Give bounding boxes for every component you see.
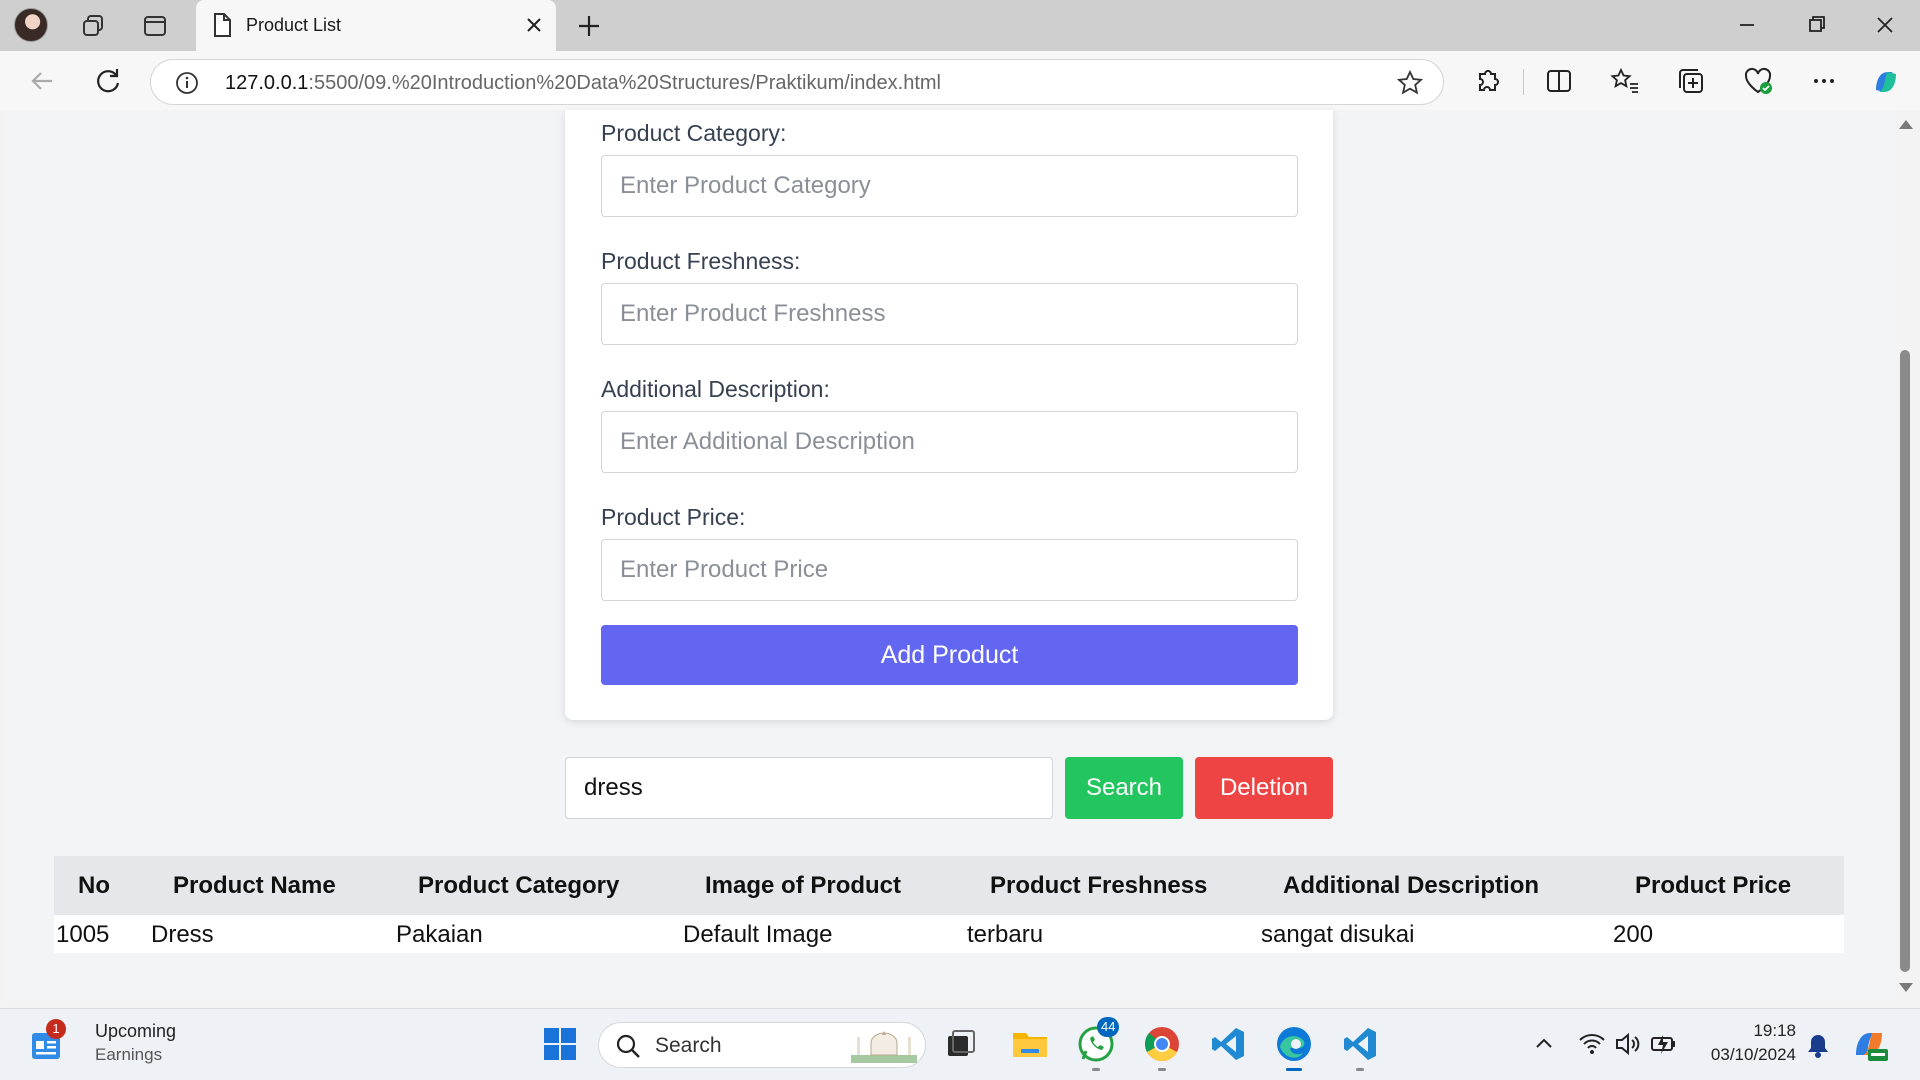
scroll-up-arrow-icon[interactable]	[1899, 120, 1913, 129]
whatsapp-icon[interactable]: 44	[1075, 1017, 1120, 1071]
extensions-icon[interactable]	[1470, 64, 1504, 98]
category-label: Product Category:	[601, 120, 787, 146]
taskbar-search-label: Search	[655, 1034, 722, 1057]
cell-product-freshness: terbaru	[967, 921, 1044, 948]
windows-taskbar: 1 Upcoming Earnings Search 44 19:18 03/1…	[0, 1008, 1920, 1080]
favorites-icon[interactable]	[1608, 64, 1642, 98]
volume-icon[interactable]	[1614, 1031, 1642, 1062]
url-host: 127.0.0.1	[225, 72, 309, 94]
vscode-insiders-icon[interactable]	[1339, 1023, 1381, 1071]
clock-time[interactable]: 19:18	[1726, 1021, 1796, 1041]
clock-date[interactable]: 03/10/2024	[1684, 1045, 1796, 1065]
restore-icon[interactable]	[1796, 10, 1836, 40]
task-view-icon[interactable]	[940, 1023, 982, 1065]
header-additional-description: Additional Description	[1283, 872, 1540, 899]
cell-product-name: Dress	[151, 921, 214, 948]
page-icon	[212, 13, 232, 42]
header-image-of-product: Image of Product	[705, 872, 902, 899]
description-label: Additional Description:	[601, 376, 830, 402]
more-options-icon[interactable]	[1807, 64, 1841, 98]
notifications-bell-icon[interactable]	[1806, 1033, 1830, 1064]
widget-title: Upcoming	[95, 1021, 177, 1041]
url-path: :5500/09.%20Introduction%20Data%20Struct…	[308, 72, 941, 94]
minimize-icon[interactable]	[1727, 10, 1767, 40]
browser-essentials-icon[interactable]	[1741, 64, 1775, 98]
freshness-label: Product Freshness:	[601, 248, 801, 274]
start-button[interactable]	[539, 1023, 581, 1065]
search-icon	[615, 1033, 641, 1064]
price-input[interactable]	[601, 539, 1298, 601]
cell-no: 1005	[56, 921, 110, 948]
search-highlight-landmark-icon	[851, 1029, 917, 1068]
running-indicator	[1092, 1068, 1100, 1071]
table-row[interactable]: 1005 Dress Pakaian Default Image terbaru…	[54, 915, 1844, 953]
site-info-icon[interactable]	[175, 71, 199, 100]
description-input[interactable]	[601, 411, 1298, 473]
tab-title: Product List	[246, 15, 342, 35]
table-header-row: No Product Name Product Category Image o…	[54, 856, 1844, 915]
widget-subtitle: Earnings	[95, 1045, 163, 1064]
active-app-indicator	[1286, 1068, 1302, 1071]
product-table: No Product Name Product Category Image o…	[54, 856, 1844, 953]
toolbar-divider	[1523, 69, 1524, 95]
freshness-input[interactable]	[601, 283, 1298, 345]
running-indicator	[1356, 1068, 1364, 1071]
weather-widget[interactable]: 1 Upcoming Earnings	[20, 1009, 180, 1080]
browser-titlebar: Product List	[0, 0, 1920, 51]
search-button[interactable]: Search	[1065, 757, 1183, 819]
whatsapp-badge: 44	[1097, 1017, 1120, 1037]
header-no: No	[78, 872, 110, 899]
wifi-icon[interactable]	[1578, 1031, 1606, 1062]
workspaces-icon[interactable]	[77, 10, 109, 42]
deletion-button[interactable]: Deletion	[1195, 757, 1333, 819]
close-tab-icon[interactable]	[522, 13, 546, 37]
split-screen-icon[interactable]	[1542, 64, 1576, 98]
price-label: Product Price:	[601, 504, 746, 530]
header-product-price: Product Price	[1635, 872, 1792, 899]
back-icon[interactable]	[25, 64, 59, 98]
chrome-icon[interactable]	[1141, 1023, 1183, 1071]
copilot-icon[interactable]	[1868, 64, 1902, 98]
vscode-icon[interactable]	[1207, 1023, 1249, 1065]
tab-product-list[interactable]: Product List	[196, 0, 556, 51]
header-product-freshness: Product Freshness	[990, 872, 1208, 899]
running-indicator	[1158, 1068, 1166, 1071]
profile-avatar[interactable]	[14, 8, 48, 42]
widget-notification-badge: 1	[46, 1019, 66, 1039]
address-bar[interactable]: 127.0.0.1:5500/09.%20Introduction%20Data…	[150, 59, 1444, 105]
battery-charging-icon[interactable]	[1650, 1031, 1678, 1062]
header-product-name: Product Name	[173, 872, 336, 899]
category-input[interactable]	[601, 155, 1298, 217]
browser-toolbar: 127.0.0.1:5500/09.%20Introduction%20Data…	[0, 51, 1920, 110]
header-product-category: Product Category	[418, 872, 620, 899]
taskbar-search-box[interactable]: Search	[598, 1022, 926, 1068]
show-hidden-icons-chevron-icon[interactable]	[1533, 1033, 1555, 1058]
cell-product-category: Pakaian	[396, 921, 483, 948]
cell-image-of-product: Default Image	[683, 921, 833, 948]
file-explorer-icon[interactable]	[1009, 1023, 1051, 1065]
edge-icon[interactable]	[1273, 1023, 1315, 1071]
new-tab-icon[interactable]	[574, 11, 604, 41]
cell-additional-description: sangat disukai	[1261, 921, 1415, 948]
url-text: 127.0.0.1:5500/09.%20Introduction%20Data…	[225, 72, 941, 95]
product-form-card: Product Category: Product Freshness: Add…	[565, 110, 1333, 720]
page-scrollbar[interactable]	[1895, 110, 1915, 1002]
close-window-icon[interactable]	[1865, 10, 1905, 40]
search-input[interactable]	[565, 757, 1053, 819]
scroll-down-arrow-icon[interactable]	[1899, 983, 1913, 992]
tab-actions-icon[interactable]	[139, 10, 171, 42]
refresh-icon[interactable]	[91, 64, 125, 98]
collections-icon[interactable]	[1674, 64, 1708, 98]
favorite-star-icon[interactable]	[1396, 69, 1424, 101]
scrollbar-thumb[interactable]	[1900, 350, 1910, 972]
cell-product-price: 200	[1613, 921, 1654, 948]
add-product-button[interactable]: Add Product	[601, 625, 1298, 685]
copilot-preview-icon[interactable]	[1850, 1025, 1888, 1068]
